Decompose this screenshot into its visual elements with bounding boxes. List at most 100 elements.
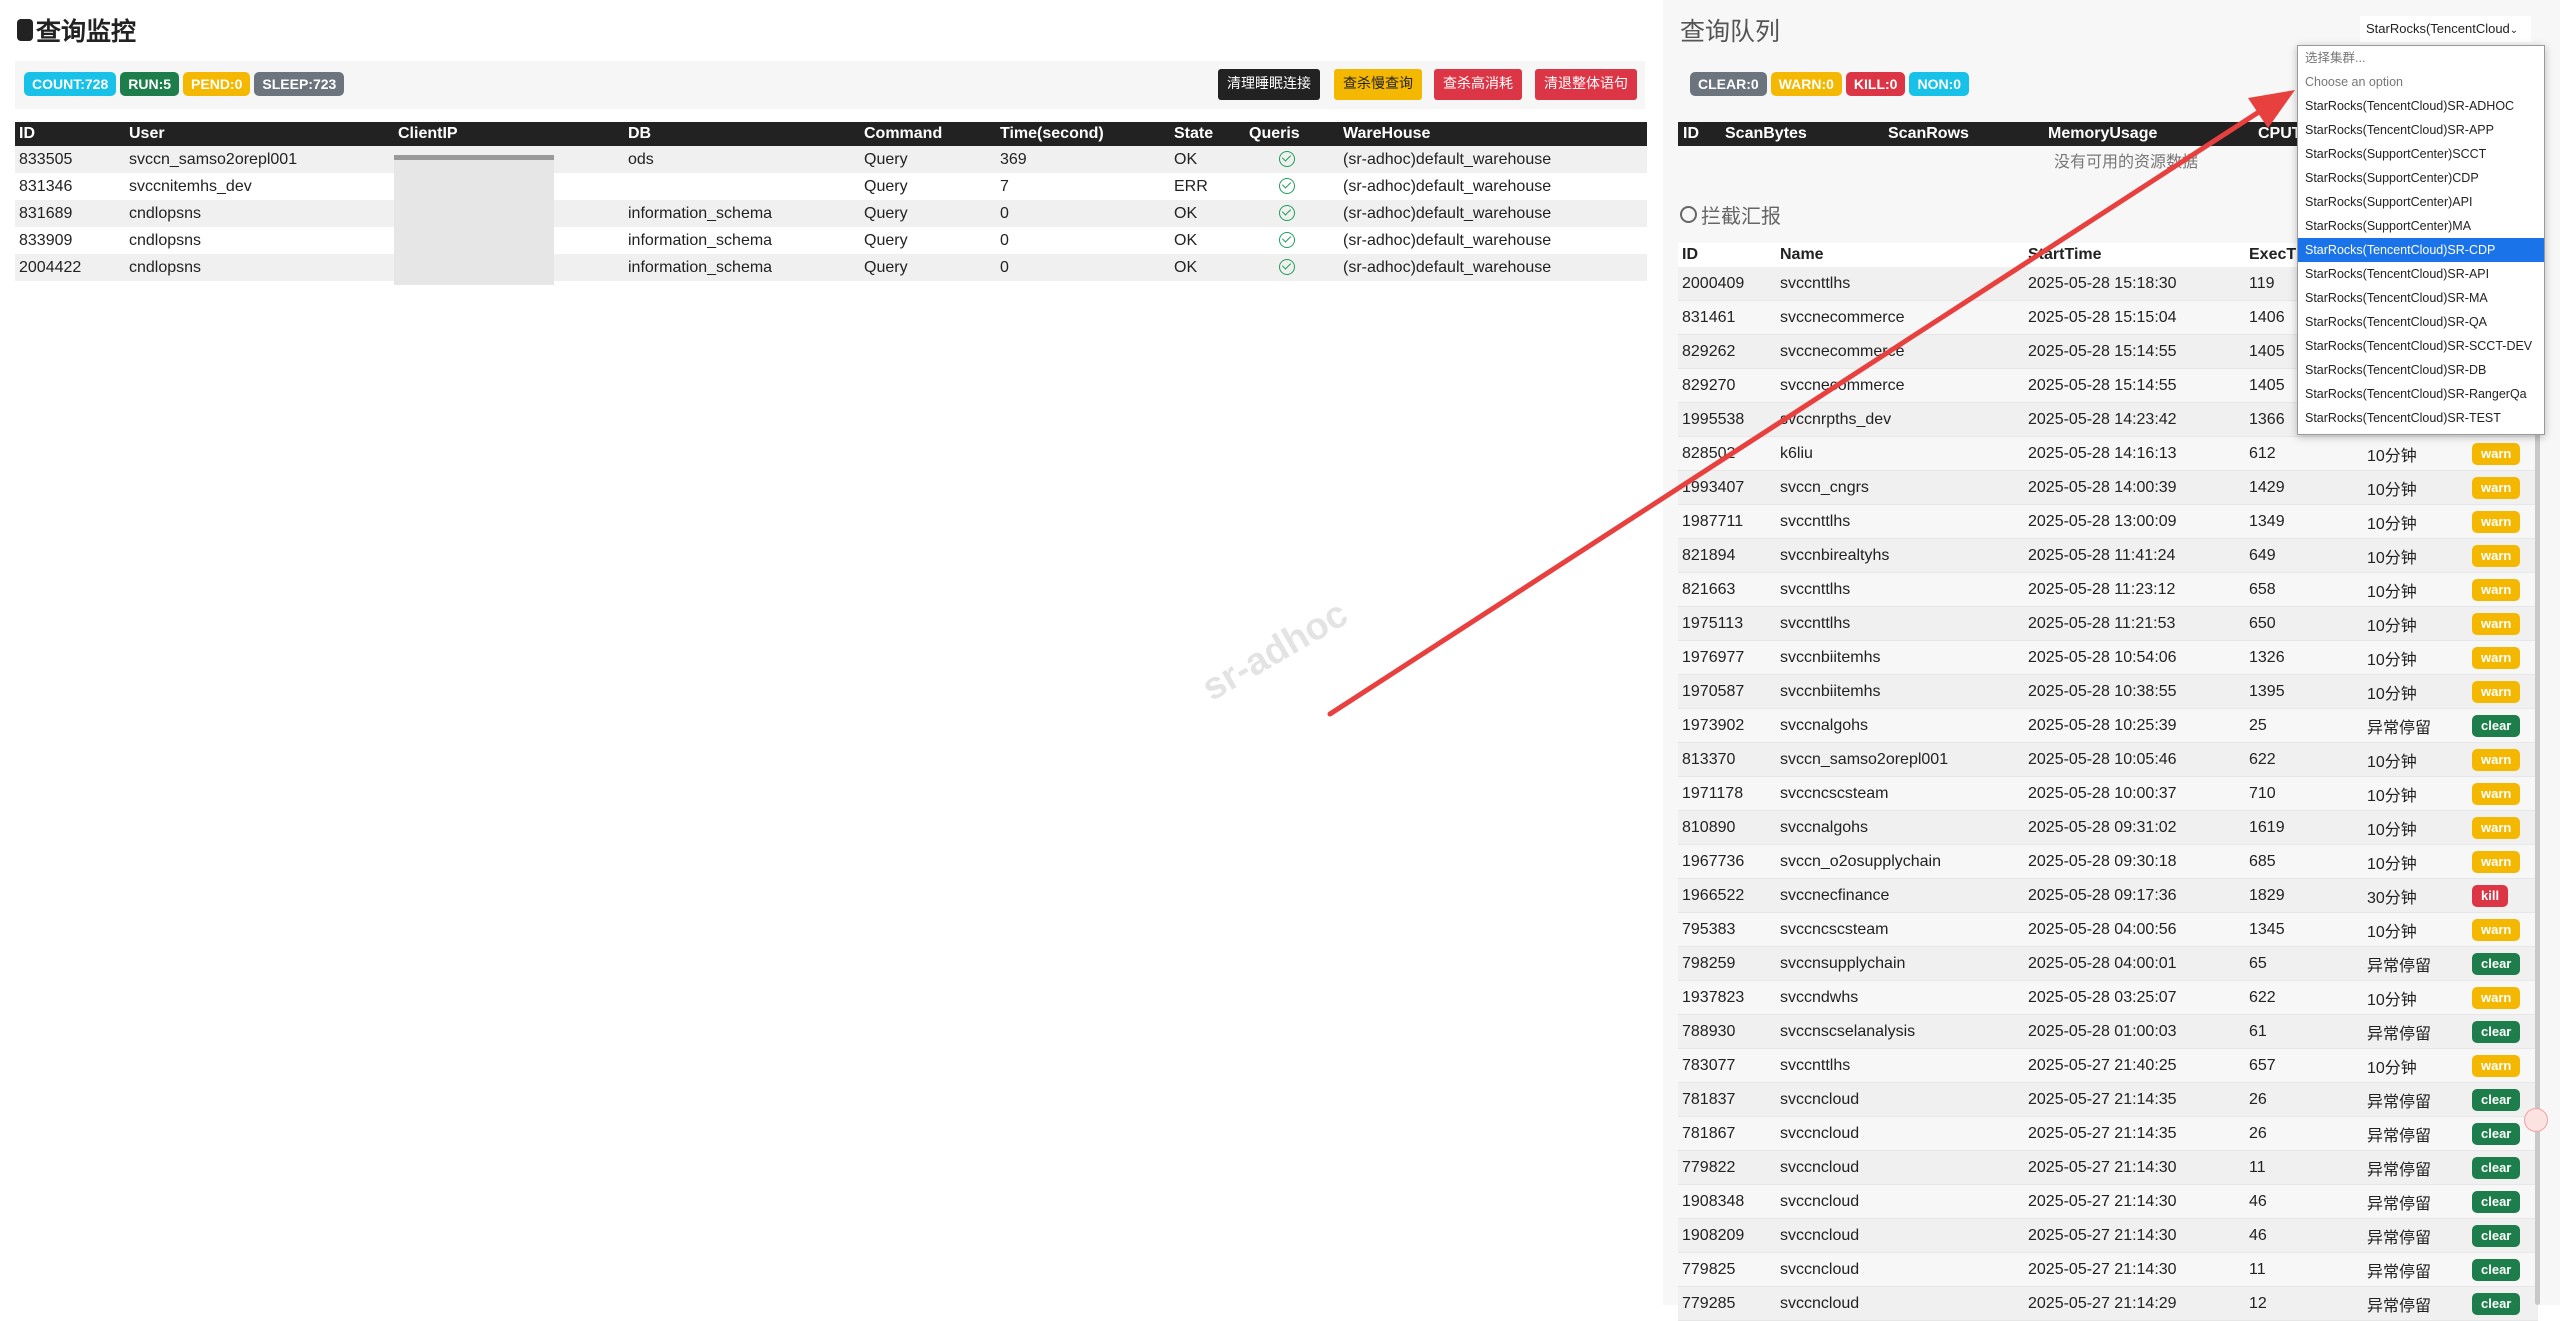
table-row[interactable]: 828502 k6liu 2025-05-28 14:16:13 612 10分钟 war…	[1678, 436, 2538, 471]
table-row[interactable]: 821663 svccnttlhs 2025-05-28 11:23:12 658 10…	[1678, 572, 2538, 607]
table-row[interactable]: 1937823 svccndwhs 2025-05-28 03:25:07 622 10…	[1678, 980, 2538, 1015]
status-badge[interactable]: warn	[2472, 612, 2521, 635]
cell-exec: 1326	[2245, 640, 2363, 675]
table-row[interactable]: 1908209 svccncloud 2025-05-27 21:14:30 46 异常…	[1678, 1218, 2538, 1253]
status-badge[interactable]: warn	[2472, 578, 2521, 601]
status-badge[interactable]: clear	[2472, 1292, 2521, 1315]
cell-start: 2025-05-28 10:25:39	[2024, 708, 2245, 743]
cluster-select[interactable]: StarRocks(TencentCloud⌄	[2360, 16, 2531, 42]
dropdown-option[interactable]: StarRocks(TencentCloud)SR-API	[2298, 262, 2544, 286]
dropdown-option[interactable]: StarRocks(SupportCenter)API	[2298, 190, 2544, 214]
table-row[interactable]: 1908348 svccncloud 2025-05-27 21:14:30 46 异常…	[1678, 1184, 2538, 1219]
table-row[interactable]: 833909 cndlopsns information_schema Query 0 O…	[15, 227, 1647, 254]
table-row[interactable]: 1993407 svccn_cngrs 2025-05-28 14:00:39 142…	[1678, 470, 2538, 505]
status-badge[interactable]: warn	[2472, 476, 2521, 499]
table-row[interactable]: 779822 svccncloud 2025-05-27 21:14:30 11 异常停…	[1678, 1150, 2538, 1185]
status-badge[interactable]: clear	[2472, 714, 2521, 737]
translate-icon[interactable]	[2524, 1108, 2548, 1132]
table-row[interactable]: 783077 svccnttlhs 2025-05-27 21:40:25 657 10…	[1678, 1048, 2538, 1083]
status-badge[interactable]: warn	[2472, 442, 2521, 465]
kill-heavy-button[interactable]: 查杀高消耗	[1434, 69, 1522, 100]
table-row[interactable]: 781837 svccncloud 2025-05-27 21:14:35 26 异常停…	[1678, 1082, 2538, 1117]
table-row[interactable]: 1966522 svccnecfinance 2025-05-28 09:17:36…	[1678, 878, 2538, 913]
cell-time: 369	[996, 146, 1170, 173]
dropdown-option[interactable]: StarRocks(TencentCloud)SR-TEST	[2298, 406, 2544, 430]
dropdown-option[interactable]: StarRocks(TencentCloud)SR-CDP	[2298, 238, 2544, 262]
table-row[interactable]: 833505 svccn_samso2orepl001 ods Query 369 OK (…	[15, 146, 1647, 173]
status-badge[interactable]: kill	[2472, 884, 2509, 907]
cell-id: 1966522	[1678, 878, 1776, 913]
cell-name: svccncloud	[1776, 1150, 2024, 1185]
table-row[interactable]: 779825 svccncloud 2025-05-27 21:14:30 11 异常停…	[1678, 1252, 2538, 1287]
dropdown-option[interactable]: StarRocks(TencentCloud)SR-ADHOC	[2298, 94, 2544, 118]
dropdown-option[interactable]: StarRocks(TencentCloud)SR-RangerQa	[2298, 382, 2544, 406]
dropdown-option[interactable]: StarRocks(SupportCenter)SCCT	[2298, 142, 2544, 166]
cell-start: 2025-05-28 15:14:55	[2024, 368, 2245, 403]
table-row[interactable]: 781867 svccncloud 2025-05-27 21:14:35 26 异常停…	[1678, 1116, 2538, 1151]
cell-id: 833909	[19, 231, 73, 249]
dropdown-option[interactable]: StarRocks(SupportCenter)MA	[2298, 214, 2544, 238]
dropdown-option[interactable]: StarRocks(SupportCenter)CDP	[2298, 166, 2544, 190]
cell-action: warn	[2468, 606, 2538, 641]
table-row[interactable]: 798259 svccnsupplychain 2025-05-28 04:00:0…	[1678, 946, 2538, 981]
status-badge[interactable]: warn	[2472, 748, 2521, 771]
dropdown-option[interactable]: StarRocks(TencentCloud)SR-QA	[2298, 310, 2544, 334]
kill-slow-button[interactable]: 查杀慢查询	[1334, 69, 1422, 100]
table-row[interactable]: 831689 cndlopsns information_schema Query 0 O…	[15, 200, 1647, 227]
check-circle-icon	[1279, 151, 1295, 168]
status-badge[interactable]: clear	[2472, 1190, 2521, 1213]
status-badge[interactable]: warn	[2472, 850, 2521, 873]
watermark: sr-adhoc	[1195, 592, 1355, 710]
table-row[interactable]: 821894 svccnbirealtyhs 2025-05-28 11:41:24…	[1678, 538, 2538, 573]
table-row[interactable]: 779285 svccncloud 2025-05-27 21:14:29 12 异常停…	[1678, 1286, 2538, 1321]
cell-user: cndlopsns	[125, 200, 394, 227]
status-badge[interactable]: clear	[2472, 1224, 2521, 1247]
status-badge[interactable]: warn	[2472, 646, 2521, 669]
status-badge[interactable]: clear	[2472, 1156, 2521, 1179]
table-row[interactable]: 1971178 svccncscsteam 2025-05-28 10:00:37 7…	[1678, 776, 2538, 811]
cell-db: information_schema	[628, 231, 773, 249]
status-badge[interactable]: clear	[2472, 1088, 2521, 1111]
status-badge[interactable]: warn	[2472, 986, 2521, 1009]
table-row[interactable]: 795383 svccncscsteam 2025-05-28 04:00:56 13…	[1678, 912, 2538, 947]
status-badge[interactable]: warn	[2472, 816, 2521, 839]
table-row[interactable]: 831346 svccnitemhs_dev Query 7 ERR (sr-adhoc)…	[15, 173, 1647, 200]
table-row[interactable]: 813370 svccn_samso2orepl001 2025-05-28 10:…	[1678, 742, 2538, 777]
cell-id: 831689	[15, 200, 125, 227]
table-row[interactable]: 1973902 svccnalgohs 2025-05-28 10:25:39 25 异…	[1678, 708, 2538, 743]
status-badge[interactable]: warn	[2472, 680, 2521, 703]
status-badge[interactable]: warn	[2472, 544, 2521, 567]
status-badge[interactable]: warn	[2472, 510, 2521, 533]
cluster-dropdown[interactable]: 选择集群... Choose an option StarRocks(Tencent…	[2297, 45, 2545, 435]
status-badge[interactable]: warn	[2472, 782, 2521, 805]
table-row[interactable]: 1976977 svccnbiitemhs 2025-05-28 10:54:06 1…	[1678, 640, 2538, 675]
dropdown-option[interactable]: StarRocks(TencentCloud)SR-APP	[2298, 118, 2544, 142]
cell-start: 2025-05-27 21:14:35	[2024, 1082, 2245, 1117]
cell-exec: 61	[2245, 1014, 2363, 1049]
table-row[interactable]: 2004422 cndlopsns information_schema Query 0…	[15, 254, 1647, 281]
status-badge[interactable]: clear	[2472, 1258, 2521, 1281]
table-row[interactable]: 1987711 svccnttlhs 2025-05-28 13:00:09 1349…	[1678, 504, 2538, 539]
table-row[interactable]: 1970587 svccnbiitemhs 2025-05-28 10:38:55 1…	[1678, 674, 2538, 709]
evict-statement-button[interactable]: 清退整体语句	[1535, 69, 1637, 100]
status-badge[interactable]: warn	[2472, 1054, 2521, 1077]
dropdown-option[interactable]: Choose an option	[2298, 70, 2544, 94]
qcol-cpu: CPUT	[2258, 125, 2302, 142]
table-row[interactable]: 788930 svccnscselanalysis 2025-05-28 01:00…	[1678, 1014, 2538, 1049]
dropdown-option[interactable]: StarRocks(TencentCloud)SR-DB	[2298, 358, 2544, 382]
scrollbar[interactable]	[2535, 418, 2540, 1305]
table-row[interactable]: 1975113 svccnttlhs 2025-05-28 11:21:53 650 1…	[1678, 606, 2538, 641]
cell-duration: 10分钟	[2363, 1048, 2468, 1083]
status-badge[interactable]: warn	[2472, 918, 2521, 941]
dropdown-option[interactable]: 选择集群...	[2298, 46, 2544, 70]
status-badge[interactable]: clear	[2472, 1020, 2521, 1043]
table-row[interactable]: 810890 svccnalgohs 2025-05-28 09:31:02 1619…	[1678, 810, 2538, 845]
dropdown-option[interactable]: StarRocks(TencentCloud)SR-MA	[2298, 286, 2544, 310]
clean-sleep-button[interactable]: 清理睡眠连接	[1218, 69, 1320, 100]
status-badge[interactable]: clear	[2472, 952, 2521, 975]
cell-action: warn	[2468, 844, 2538, 879]
dropdown-option[interactable]: StarRocks(TencentCloud)SR-SCCT-DEV	[2298, 334, 2544, 358]
table-row[interactable]: 1967736 svccn_o2osupplychain 2025-05-28 09…	[1678, 844, 2538, 879]
status-badge[interactable]: clear	[2472, 1122, 2521, 1145]
cell-id: 783077	[1678, 1048, 1776, 1083]
